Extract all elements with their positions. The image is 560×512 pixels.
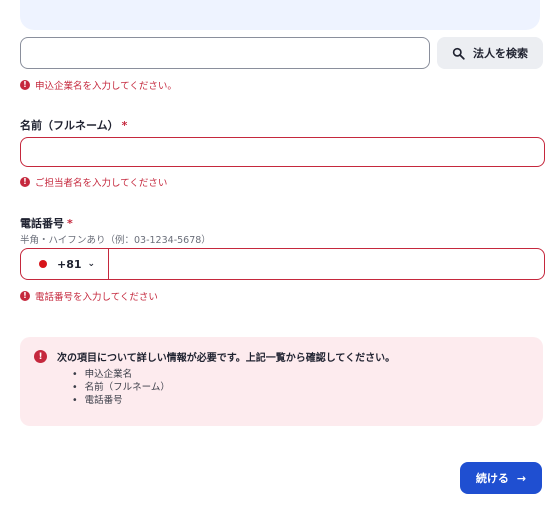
country-code-select[interactable]: +81 ⌄	[21, 249, 109, 279]
continue-label: 続ける	[475, 472, 509, 485]
previous-section-panel	[20, 0, 540, 30]
company-name-input[interactable]	[20, 37, 430, 69]
name-label: 名前（フルネーム） *	[20, 117, 127, 133]
list-item: 電話番号	[72, 394, 543, 407]
required-mark: *	[121, 119, 128, 132]
corporation-search-button[interactable]: 法人を検索	[437, 37, 543, 69]
arrow-right-icon: →	[516, 471, 527, 485]
name-error: ! ご担当者名を入力してください	[20, 175, 167, 189]
phone-label: 電話番号 *	[20, 215, 73, 231]
country-code-value: +81	[57, 257, 82, 271]
list-item: 申込企業名	[72, 368, 543, 381]
full-name-input[interactable]	[20, 137, 545, 167]
phone-error: ! 電話番号を入力してください	[20, 289, 158, 303]
error-icon: !	[20, 80, 30, 90]
phone-hint: 半角・ハイフンあり（例：03-1234-5678）	[20, 235, 211, 246]
company-error-text: 申込企業名を入力してください。	[35, 81, 177, 92]
phone-number-input[interactable]	[109, 249, 544, 279]
missing-fields-list: 申込企業名 名前（フルネーム） 電話番号	[72, 368, 543, 407]
error-summary-alert: ! 次の項目について詳しい情報が必要です。上記一覧から確認してください。 申込企…	[20, 337, 543, 426]
error-icon: !	[20, 291, 30, 301]
list-item: 名前（フルネーム）	[72, 381, 543, 394]
name-error-text: ご担当者名を入力してください	[35, 178, 168, 189]
alert-icon: !	[34, 350, 47, 363]
alert-message: 次の項目について詳しい情報が必要です。上記一覧から確認してください。	[57, 353, 396, 364]
search-icon	[452, 47, 465, 60]
name-label-text: 名前（フルネーム）	[20, 119, 119, 132]
phone-error-text: 電話番号を入力してください	[35, 292, 158, 303]
continue-button[interactable]: 続ける →	[460, 462, 542, 494]
search-button-label: 法人を検索	[473, 47, 528, 60]
phone-label-text: 電話番号	[20, 217, 64, 230]
phone-field-group: +81 ⌄	[20, 248, 545, 280]
company-error: ! 申込企業名を入力してください。	[20, 78, 177, 92]
chevron-down-icon: ⌄	[87, 259, 96, 269]
japan-flag-icon	[39, 260, 47, 268]
error-icon: !	[20, 177, 30, 187]
required-mark: *	[67, 217, 73, 230]
